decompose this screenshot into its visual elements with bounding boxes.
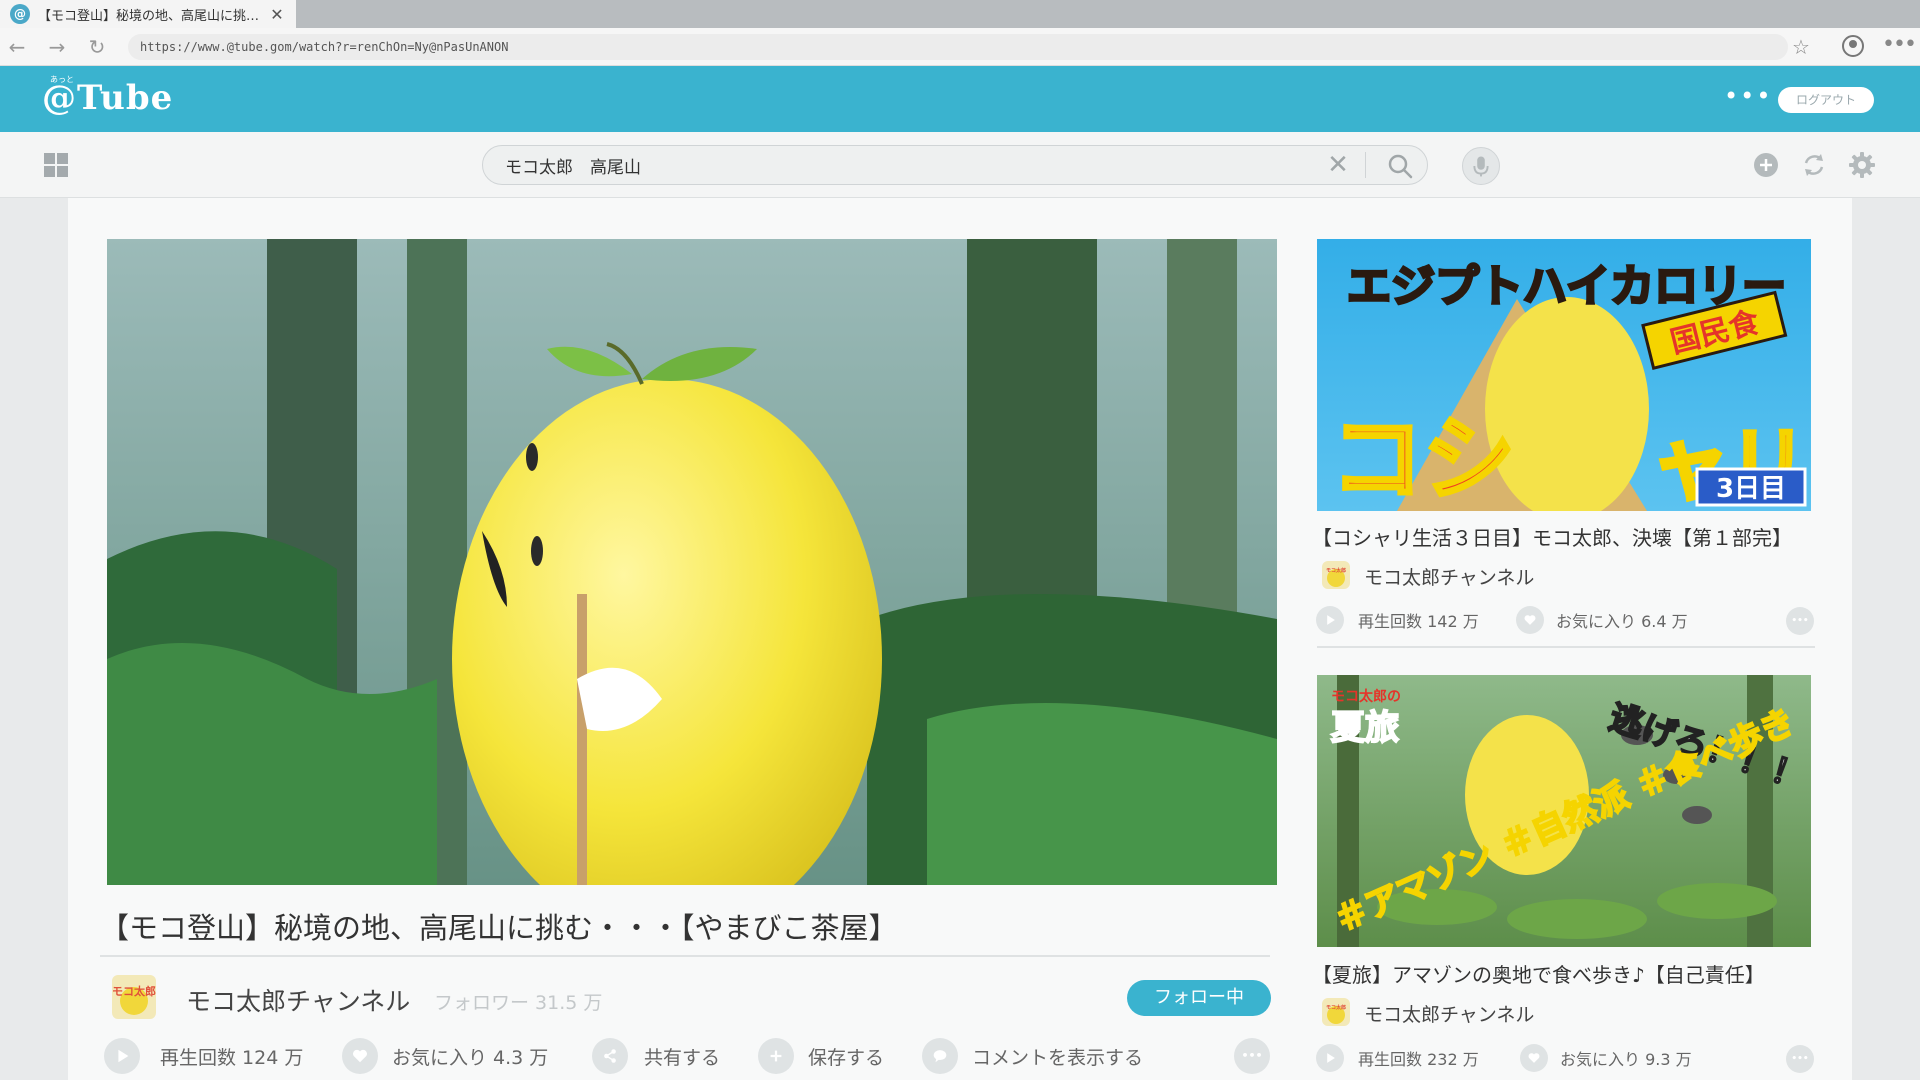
thumb-1-headline: エジプトハイカロリー [1347,261,1786,312]
share-button[interactable]: 共有する [592,1038,720,1074]
tab-title: 【モコ登山】秘境の地、高尾山に挑… [38,8,260,24]
browser-tabbar: @ 【モコ登山】秘境の地、高尾山に挑… ✕ [0,0,1920,28]
channel-name[interactable]: モコ太郎チャンネル [186,982,410,1018]
search-icon[interactable] [1387,153,1413,179]
thumb-1-day: 3日目 [1716,474,1786,504]
site-favicon-icon: @ [10,4,30,24]
logout-button[interactable]: ログアウト [1778,87,1874,113]
avatar-text: モコ太郎 [1326,1004,1346,1011]
avatar[interactable]: モコ太郎 [112,975,156,1019]
thumb-1-left-text: コシ [1331,406,1515,511]
follower-count: フォロワー 31.5 万 [434,992,603,1014]
search-input[interactable] [505,146,1285,184]
share-icon [592,1038,628,1074]
grid-icon[interactable] [44,153,68,177]
browser-menu-icon[interactable]: ••• [1882,32,1917,58]
comment-icon [922,1038,958,1074]
url-field[interactable]: https://www.@tube.gom/watch?r=renChOn=Ny… [128,34,1788,60]
channel-logo-icon: モコ太郎 [1322,998,1350,1026]
more-options-icon[interactable]: ••• [1234,1038,1270,1074]
channel-logo-icon: モコ太郎 [112,975,156,1019]
profile-icon[interactable] [1842,35,1864,57]
search-box: ✕ [482,145,1428,185]
sidebar-favorite-1[interactable]: お気に入り 6.4 万 [1516,606,1688,634]
more-options-icon[interactable]: ••• [1786,607,1814,635]
play-icon [1316,606,1344,634]
sync-icon[interactable] [1800,151,1828,179]
voice-search-button[interactable] [1462,147,1500,185]
video-player[interactable] [107,239,1277,885]
address-bar: ← → ↻ https://www.@tube.gom/watch?r=renC… [0,28,1920,66]
header-more-icon[interactable]: ••• [1724,82,1772,110]
sidebar-views-2: 再生回数 232 万 [1316,1044,1479,1072]
avatar-text: モコ太郎 [112,984,156,998]
sidebar-video-title-2[interactable]: 【夏旅】アマゾンの奥地で食べ歩き♪【自己責任】 [1312,959,1765,988]
follow-button[interactable]: フォロー中 [1127,980,1271,1016]
sidebar-thumbnail-1[interactable]: エジプトハイカロリー 国民食 コシ ャリ 3日目 [1317,239,1811,511]
browser-tab[interactable]: @ 【モコ登山】秘境の地、高尾山に挑… ✕ [0,0,296,28]
play-icon [1316,1044,1344,1072]
sidebar-divider [1317,646,1815,648]
sidebar-video-title-1[interactable]: 【コシャリ生活３日目】モコ太郎、決壊【第１部完】 [1312,522,1792,551]
tab-close-icon[interactable]: ✕ [268,5,286,24]
video-title: 【モコ登山】秘境の地、高尾山に挑む・・・【やまびこ茶屋】 [100,911,898,945]
more-options-icon[interactable]: ••• [1786,1045,1814,1073]
avatar[interactable]: モコ太郎 [1322,561,1350,589]
view-count: 再生回数 232 万 [1358,1050,1479,1069]
favorite-button[interactable]: お気に入り 4.3 万 [342,1038,548,1074]
reload-icon[interactable]: ↻ [84,34,110,60]
sidebar-favorite-2[interactable]: お気に入り 9.3 万 [1520,1044,1692,1072]
add-icon[interactable] [1752,151,1780,179]
back-icon[interactable]: ← [4,34,30,60]
play-icon [104,1038,140,1074]
favorite-count: お気に入り 9.3 万 [1560,1050,1692,1069]
save-button[interactable]: 保存する [758,1038,884,1074]
views-action: 再生回数 124 万 [104,1038,303,1074]
gear-icon[interactable] [1848,151,1876,179]
thumbnail-illustration-2: モコ太郎の 夏旅 逃げろ！！！ ＃アマゾン ＃自然派 ＃食べ歩き [1317,675,1811,947]
favorite-count: お気に入り 6.4 万 [1556,612,1688,631]
heart-icon [1516,606,1544,634]
avatar-text: モコ太郎 [1326,567,1346,574]
share-label: 共有する [644,1046,721,1069]
site-header: あっと @Tube ••• ログアウト [0,66,1920,132]
toolbar: ✕ [0,132,1920,198]
sidebar-channel-name-1[interactable]: モコ太郎チャンネル [1364,563,1534,590]
favorite-count: お気に入り 4.3 万 [392,1046,549,1069]
heart-icon [342,1038,378,1074]
site-logo[interactable]: @Tube [42,78,173,118]
video-frame-illustration [107,239,1277,885]
heart-icon [1520,1044,1548,1072]
plus-icon [758,1038,794,1074]
forward-icon[interactable]: → [44,34,70,60]
comments-label: コメントを表示する [972,1046,1144,1069]
bookmark-star-icon[interactable]: ☆ [1788,34,1814,60]
mic-icon [1473,156,1489,177]
save-label: 保存する [808,1046,885,1069]
avatar[interactable]: モコ太郎 [1322,998,1350,1026]
thumb-2-corner-top: モコ太郎の [1331,688,1401,705]
view-count: 再生回数 142 万 [1358,612,1479,631]
channel-logo-icon: モコ太郎 [1322,561,1350,589]
thumbnail-illustration-1: エジプトハイカロリー 国民食 コシ ャリ 3日目 [1317,239,1811,511]
sidebar-views-1: 再生回数 142 万 [1316,606,1479,634]
title-divider [100,955,1270,957]
view-count: 再生回数 124 万 [160,1046,304,1069]
search-divider [1365,152,1366,178]
sidebar-thumbnail-2[interactable]: モコ太郎の 夏旅 逃げろ！！！ ＃アマゾン ＃自然派 ＃食べ歩き [1317,675,1811,947]
comments-button[interactable]: コメントを表示する [922,1038,1143,1074]
clear-search-icon[interactable]: ✕ [1323,149,1353,181]
thumb-2-corner: 夏旅 [1331,708,1399,748]
sidebar-channel-name-2[interactable]: モコ太郎チャンネル [1364,1000,1534,1027]
